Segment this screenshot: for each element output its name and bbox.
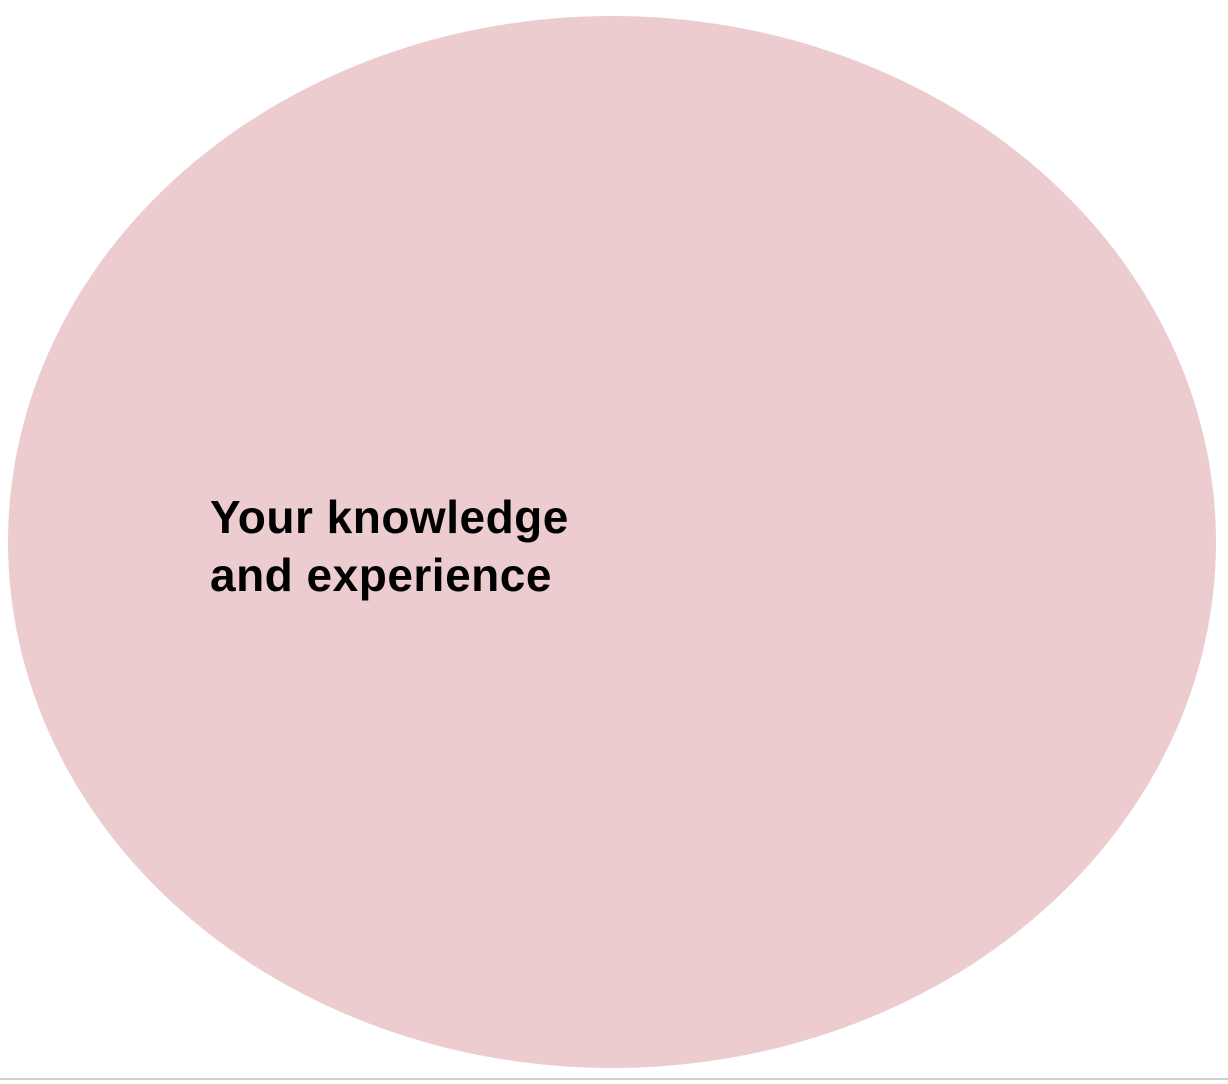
ellipse-label-line-1: Your knowledge bbox=[210, 491, 569, 543]
bottom-divider bbox=[0, 1078, 1228, 1080]
ellipse-label-line-2: and experience bbox=[210, 549, 552, 601]
diagram-canvas: Your knowledge and experience bbox=[0, 0, 1228, 1084]
ellipse-label: Your knowledge and experience bbox=[210, 488, 569, 604]
diagram-svg bbox=[8, 16, 1216, 1068]
knowledge-experience-ellipse bbox=[8, 16, 1216, 1068]
